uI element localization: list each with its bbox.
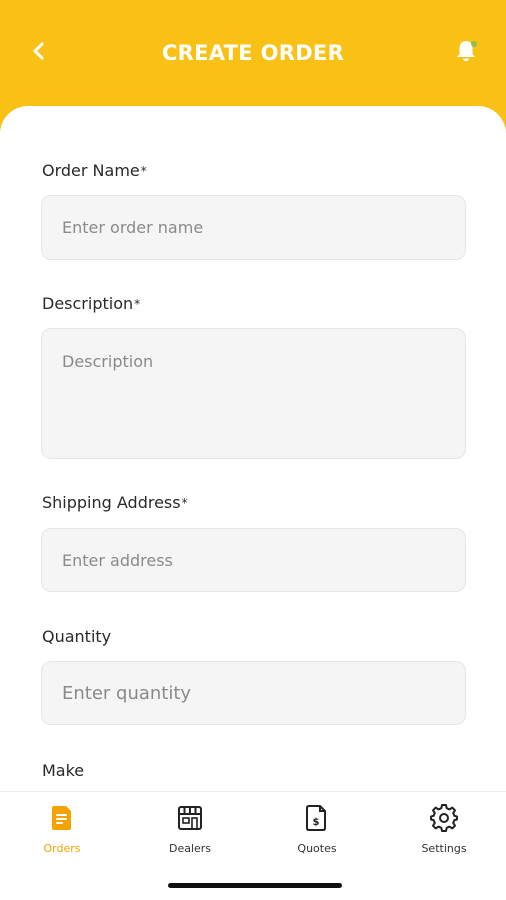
quantity-label-text: Quantity [42,627,112,646]
page-title: CREATE ORDER [161,41,345,65]
order-name-label: Order Name* [42,160,147,182]
create-order-screen: CREATE ORDER Order Name* Description* Sh… [0,0,506,900]
nav-label-orders: Orders [43,842,81,855]
storefront-icon [176,804,204,836]
required-mark: * [140,164,147,178]
svg-text:$: $ [313,817,320,828]
notifications-button[interactable] [449,36,483,70]
nav-item-settings[interactable]: Settings [396,804,492,860]
description-label: Description* [42,293,140,315]
make-label-text: Make [42,761,85,780]
dollar-document-icon: $ [304,804,330,836]
description-textarea[interactable] [41,328,466,459]
shipping-address-input[interactable] [41,528,466,592]
make-label: Make [42,760,84,782]
required-mark: * [181,496,188,510]
nav-item-orders[interactable]: Orders [14,804,110,860]
order-name-input[interactable] [41,195,466,260]
orders-document-icon [49,804,75,836]
quantity-input[interactable] [41,661,466,725]
shipping-address-label: Shipping Address* [42,492,188,514]
required-mark: * [134,297,141,311]
description-label-text: Description [42,294,134,313]
quantity-label: Quantity [42,626,111,648]
home-indicator [168,883,342,888]
nav-label-dealers: Dealers [168,842,212,855]
nav-item-quotes[interactable]: $ Quotes [269,804,365,860]
nav-item-dealers[interactable]: Dealers [142,804,238,860]
notification-dot [471,41,477,47]
shipping-address-label-text: Shipping Address [42,493,181,512]
order-name-label-text: Order Name [42,161,140,180]
nav-label-quotes: Quotes [297,842,337,855]
gear-icon [430,804,458,836]
nav-label-settings: Settings [421,842,467,855]
